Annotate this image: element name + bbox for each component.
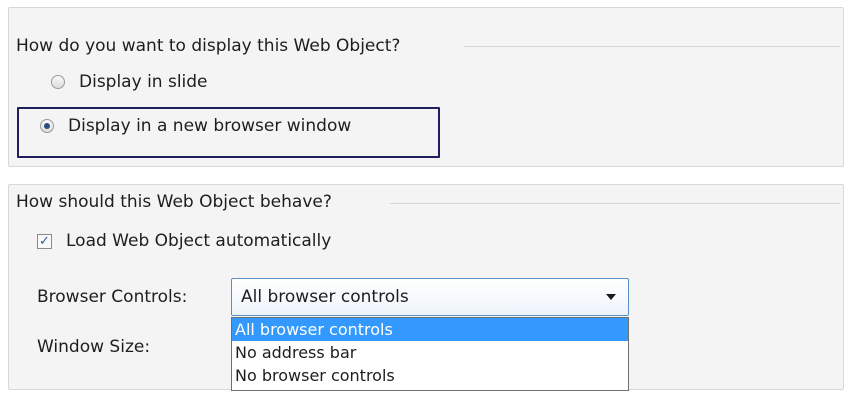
browser-controls-label: Browser Controls: [37, 287, 188, 307]
radio-button-unchecked[interactable] [51, 75, 65, 89]
browser-controls-select[interactable]: All browser controls [231, 278, 629, 316]
window-size-label: Window Size: [37, 337, 151, 357]
checkbox-checked[interactable]: ✓ [37, 233, 52, 249]
dropdown-option-no-browser-controls[interactable]: No browser controls [232, 364, 628, 387]
load-automatically-label: Load Web Object automatically [66, 231, 332, 251]
display-in-new-window-label: Display in a new browser window [68, 116, 352, 136]
dropdown-option-all-controls[interactable]: All browser controls [232, 318, 628, 341]
display-group-title: How do you want to display this Web Obje… [16, 36, 405, 56]
dropdown-option-no-address-bar[interactable]: No address bar [232, 341, 628, 364]
display-in-new-window-radio[interactable]: Display in a new browser window [40, 116, 351, 136]
group-divider [390, 203, 840, 204]
behave-group-title: How should this Web Object behave? [16, 192, 336, 212]
radio-button-checked[interactable] [40, 119, 54, 133]
load-automatically-checkbox[interactable]: ✓ Load Web Object automatically [37, 231, 331, 251]
group-divider [464, 46, 840, 47]
display-in-slide-label: Display in slide [79, 72, 208, 92]
browser-controls-selected-value: All browser controls [241, 287, 409, 307]
browser-controls-dropdown-list: All browser controls No address bar No b… [231, 317, 629, 391]
chevron-down-icon[interactable] [606, 294, 616, 300]
display-in-slide-radio[interactable]: Display in slide [51, 72, 208, 92]
